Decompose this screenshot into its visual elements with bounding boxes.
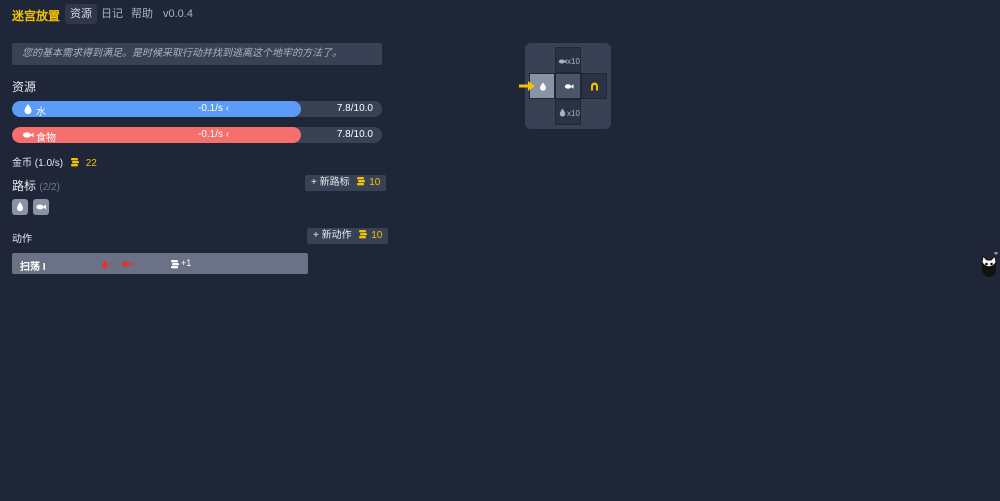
water-label: 水 <box>36 107 46 117</box>
food-rate: -0.1/s ‹ <box>198 129 230 140</box>
water-drop-icon <box>24 104 32 115</box>
new-action-label: 新动作 <box>321 230 352 241</box>
marker-food[interactable] <box>33 199 49 215</box>
new-marker-cost: 10 <box>369 177 381 188</box>
gold-value: 22 <box>85 158 97 169</box>
water-drop-icon <box>17 202 23 212</box>
chevron-left-icon: ‹ <box>223 103 230 114</box>
minimap: x10 x10 <box>525 43 611 129</box>
arrow-right-icon <box>519 81 535 91</box>
plus-icon: + <box>311 177 317 188</box>
coin-stack-icon <box>171 260 179 269</box>
top-bar: 迷宫放置 资源 日记 帮助 v0.0.4 <box>0 0 1000 28</box>
water-bar: 水 -0.1/s ‹ 7.8/10.0 <box>12 101 382 117</box>
markers-heading: 路标 (2/2) <box>12 177 60 194</box>
food-label: 食物 <box>36 133 56 143</box>
markers-count: (2/2) <box>39 182 60 193</box>
gold-label: 金币 (1.0/s) <box>12 158 64 169</box>
new-action-button[interactable]: + 新动作 10 <box>307 228 389 244</box>
chevron-left-icon: ‹ <box>223 129 230 140</box>
action-name: 扫荡 I <box>20 262 46 273</box>
fish-icon <box>564 84 574 89</box>
fish-icon <box>558 59 567 64</box>
plus-icon: + <box>313 230 319 241</box>
new-marker-button[interactable]: + 新路标 10 <box>305 175 387 191</box>
actions-heading: 动作 <box>12 234 32 245</box>
chevron-left-icon: ‹ <box>110 258 113 268</box>
minimap-cell-south[interactable]: x10 <box>555 99 581 125</box>
water-drop-icon <box>559 108 566 117</box>
action-reward: +1 <box>181 258 192 268</box>
app-title: 迷宫放置 <box>12 9 61 23</box>
food-bar: 食物 -0.1/s ‹ 7.8/10.0 <box>12 127 382 143</box>
minimap-cell-north[interactable]: x10 <box>555 47 581 73</box>
minimap-cell-current[interactable] <box>555 73 581 99</box>
south-cell-label: x10 <box>567 109 580 118</box>
markers-title: 路标 <box>12 179 37 193</box>
cat-avatar-icon[interactable] <box>979 252 999 278</box>
tab-diary[interactable]: 日记 <box>96 4 128 24</box>
coin-stack-icon <box>359 230 368 239</box>
food-amount: 7.8/10.0 <box>336 129 373 140</box>
status-message: 您的基本需求得到满足。是时候采取行动并找到逃离这个地牢的方法了。 <box>12 43 382 65</box>
action-sweep-1[interactable]: 扫荡 I ‹ ‹ +1 <box>12 253 308 274</box>
new-action-cost: 10 <box>371 230 383 241</box>
water-amount: 7.8/10.0 <box>336 103 373 114</box>
minimap-cell-east[interactable] <box>581 73 607 99</box>
coin-stack-icon <box>70 158 79 167</box>
north-cell-label: x10 <box>567 57 580 66</box>
water-rate: -0.1/s ‹ <box>198 103 230 114</box>
water-bar-fill <box>12 101 301 117</box>
version-label: v0.0.4 <box>163 8 193 20</box>
resources-heading: 资源 <box>12 80 37 94</box>
exit-gate-icon <box>591 82 598 91</box>
water-drop-icon <box>102 260 108 269</box>
tab-resources[interactable]: 资源 <box>65 4 97 24</box>
coin-stack-icon <box>357 177 366 186</box>
marker-water[interactable] <box>12 199 28 215</box>
chevron-left-icon: ‹ <box>132 258 135 268</box>
fish-icon <box>36 204 46 210</box>
new-marker-label: 新路标 <box>319 177 350 188</box>
fish-icon <box>23 132 34 138</box>
fish-icon <box>121 261 131 267</box>
gold-line: 金币 (1.0/s) 22 <box>12 154 97 169</box>
water-drop-icon <box>540 82 546 91</box>
tab-help[interactable]: 帮助 <box>126 4 158 24</box>
